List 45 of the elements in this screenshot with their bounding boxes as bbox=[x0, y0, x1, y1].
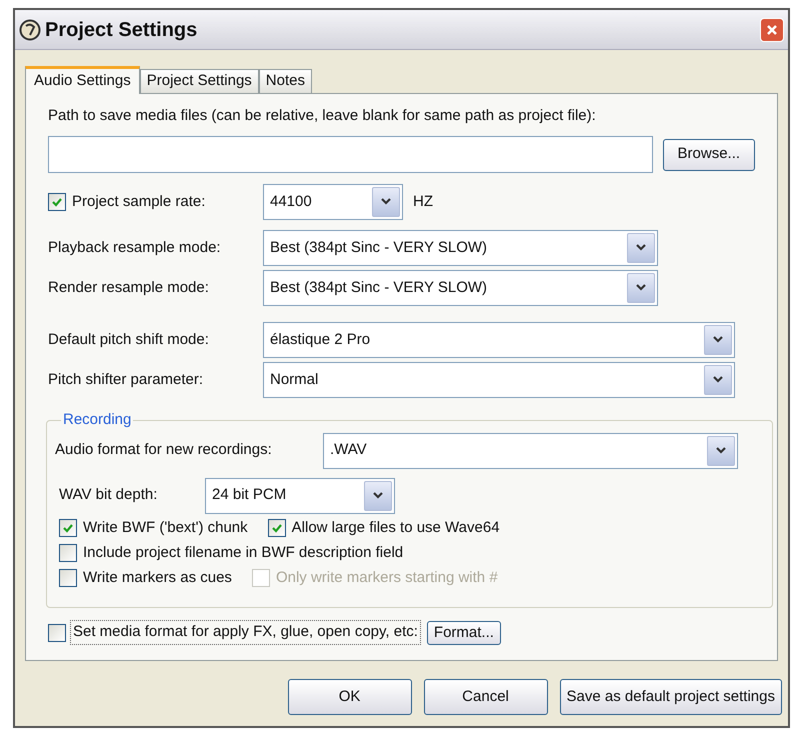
option-label: Write markers as cues bbox=[83, 568, 232, 588]
check-icon bbox=[270, 522, 283, 534]
check-icon bbox=[51, 196, 63, 208]
field-label: Playback resample mode: bbox=[48, 238, 222, 258]
checkbox[interactable] bbox=[48, 624, 66, 642]
format-button[interactable]: Format... bbox=[426, 620, 501, 644]
field-label: Default pitch shift mode: bbox=[48, 330, 210, 350]
check-icon bbox=[62, 522, 74, 534]
tab[interactable]: Notes bbox=[258, 69, 312, 93]
dialog-button[interactable]: Cancel bbox=[424, 679, 548, 715]
dropdown[interactable]: 44100 bbox=[263, 184, 403, 220]
path-field[interactable] bbox=[48, 136, 653, 173]
dropdown[interactable]: Normal bbox=[263, 362, 735, 398]
group-title: Recording bbox=[62, 410, 132, 430]
dropdown[interactable]: .WAV bbox=[323, 432, 738, 468]
close-icon bbox=[766, 24, 778, 36]
unit-label: HZ bbox=[413, 192, 433, 212]
option-label: Only write markers starting with # bbox=[276, 568, 498, 588]
option-label: Set media format for apply FX, glue, open copy, etc: bbox=[70, 620, 421, 645]
field-label: Pitch shifter parameter: bbox=[48, 370, 204, 390]
tab[interactable]: Project Settings bbox=[140, 69, 259, 93]
checkbox[interactable] bbox=[59, 569, 77, 587]
checkbox[interactable] bbox=[268, 519, 286, 537]
checkbox[interactable] bbox=[48, 193, 66, 211]
field-label: WAV bit depth: bbox=[59, 485, 158, 506]
dialog-button[interactable]: OK bbox=[288, 679, 412, 715]
dropdown[interactable]: Best (384pt Sinc - VERY SLOW) bbox=[263, 270, 658, 306]
checkbox[interactable] bbox=[59, 519, 77, 537]
dropdown[interactable]: Best (384pt Sinc - VERY SLOW) bbox=[263, 230, 658, 266]
option-label: Write BWF ('bext') chunk bbox=[83, 518, 248, 538]
close-button[interactable] bbox=[760, 18, 784, 42]
option-label: Allow large files to use Wave64 bbox=[292, 518, 500, 538]
browse-button[interactable]: Browse... bbox=[662, 138, 755, 170]
dialog-button[interactable]: Save as default project settings bbox=[560, 679, 782, 715]
field-label: Audio format for new recordings: bbox=[55, 440, 273, 460]
dropdown[interactable]: 24 bit PCM bbox=[205, 478, 395, 514]
app-logo-icon bbox=[19, 18, 41, 40]
tab[interactable]: Audio Settings bbox=[25, 66, 140, 94]
window-title: Project Settings bbox=[45, 18, 198, 42]
field-label: Render resample mode: bbox=[48, 278, 210, 298]
field-label: Path to save media files (can be relative, leave blank for same path as project file): bbox=[48, 106, 597, 126]
checkbox[interactable] bbox=[59, 544, 77, 562]
option-label: Include project filename in BWF description field bbox=[83, 542, 404, 563]
field-label: Project sample rate: bbox=[72, 192, 206, 212]
dropdown[interactable]: élastique 2 Pro bbox=[263, 322, 735, 358]
